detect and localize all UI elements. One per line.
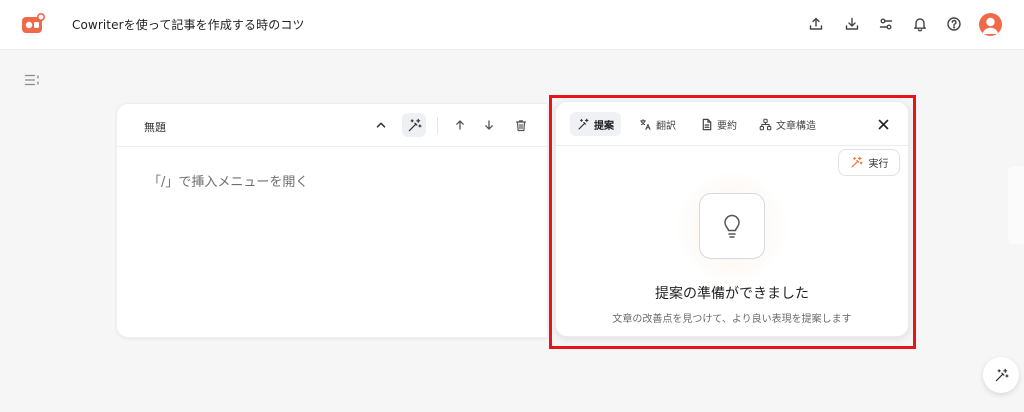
- editor-block-card: 無題 「/」で挿入メニューを開く: [116, 103, 548, 338]
- tab-translate[interactable]: 翻訳: [632, 112, 683, 136]
- app-header: Cowriterを使って記事を作成する時のコツ: [0, 0, 1024, 50]
- trash-icon: [515, 119, 527, 131]
- ai-assist-button[interactable]: [402, 113, 426, 137]
- move-up-button[interactable]: [448, 113, 472, 137]
- block-title[interactable]: 無題: [144, 119, 166, 135]
- collapse-button[interactable]: [369, 113, 393, 137]
- empty-state-description: 文章の改善点を見つけて、より良い表現を提案します: [612, 314, 852, 325]
- download-icon[interactable]: [842, 14, 862, 34]
- translate-icon: [639, 118, 652, 131]
- side-drawer-handle[interactable]: [1008, 166, 1024, 244]
- sparkle-wand-icon: [408, 118, 421, 131]
- lightbulb-icon: [724, 214, 740, 238]
- arrow-down-icon: [485, 120, 493, 130]
- bell-icon[interactable]: [910, 14, 930, 34]
- arrow-up-icon: [456, 120, 464, 130]
- move-down-button[interactable]: [477, 113, 501, 137]
- run-button[interactable]: 実行: [838, 149, 900, 176]
- run-button-label: 実行: [868, 159, 889, 170]
- toolbar-divider: [437, 117, 438, 134]
- user-avatar[interactable]: [979, 13, 1002, 36]
- structure-icon: [759, 118, 772, 131]
- lightbulb-icon-tile: [699, 193, 765, 259]
- ai-panel-tabs: 提案 翻訳 要約 文章構造: [556, 102, 908, 146]
- chevron-up-icon: [376, 122, 386, 128]
- upload-icon[interactable]: [806, 14, 826, 34]
- help-icon[interactable]: [944, 14, 964, 34]
- document-title[interactable]: Cowriterを使って記事を作成する時のコツ: [72, 16, 305, 33]
- run-wand-icon: [850, 156, 863, 169]
- editor-placeholder[interactable]: 「/」で挿入メニューを開く: [148, 171, 308, 190]
- delete-block-button[interactable]: [509, 113, 533, 137]
- tab-structure[interactable]: 文章構造: [752, 112, 823, 136]
- settings-sliders-icon[interactable]: [876, 14, 896, 34]
- tab-translate-label: 翻訳: [656, 120, 676, 132]
- empty-state-title: 提案の準備ができました: [655, 286, 809, 302]
- tab-structure-label: 文章構造: [776, 120, 816, 132]
- close-panel-button[interactable]: [874, 115, 892, 133]
- ai-floating-button[interactable]: [983, 357, 1019, 393]
- close-icon: [878, 119, 888, 129]
- tab-summarize-label: 要約: [717, 120, 737, 132]
- app-logo-icon[interactable]: [21, 13, 45, 35]
- magic-wand-icon: [577, 118, 590, 131]
- editor-block-header: 無題: [117, 104, 547, 147]
- document-icon: [700, 118, 713, 131]
- ai-suggestion-panel: 提案 翻訳 要約 文章構造 実行 提案の準備ができました 文章の改善点を見つけて…: [555, 101, 909, 337]
- tab-summarize[interactable]: 要約: [693, 112, 744, 136]
- tab-suggest[interactable]: 提案: [570, 112, 621, 136]
- tab-suggest-label: 提案: [594, 120, 614, 132]
- sparkle-wand-icon: [995, 368, 1008, 381]
- outline-toggle-icon[interactable]: [24, 73, 40, 87]
